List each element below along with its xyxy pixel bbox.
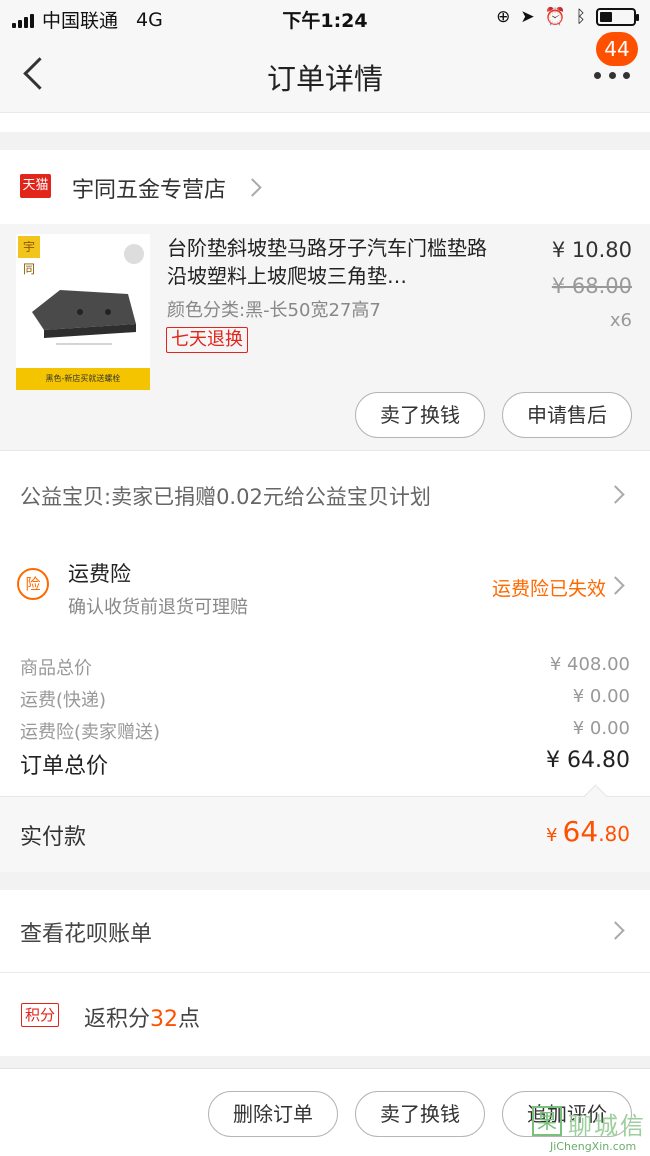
bluetooth-icon: ᛒ — [575, 7, 586, 27]
summary-label: 运费(快递) — [20, 690, 107, 711]
sell-for-cash-button[interactable]: 卖了换钱 — [355, 1091, 485, 1137]
status-bar: 中国联通 4G 下午1:24 ⊕ ➤ ⏰ ᛒ — [0, 0, 650, 36]
charity-row[interactable]: 公益宝贝:卖家已捐赠0.02元给公益宝贝计划 — [0, 450, 650, 538]
paid-currency: ¥ — [546, 825, 558, 846]
after-sales-button[interactable]: 申请售后 — [502, 392, 632, 438]
watermark-en: JiChengXin.com — [550, 1140, 637, 1153]
huabei-bill-row[interactable]: 查看花呗账单 — [0, 890, 650, 972]
location-icon: ➤ — [520, 7, 535, 27]
huabei-text: 查看花呗账单 — [20, 922, 153, 947]
points-tag: 积分 — [21, 1003, 60, 1027]
watermark-cn: 聊城信 — [568, 1112, 646, 1140]
image-promo-strip: 黑色-新店买就送螺栓 — [16, 368, 150, 390]
total-value: ¥ 64.80 — [546, 748, 630, 773]
paid-label: 实付款 — [20, 825, 87, 850]
product-sku: 颜色分类:黑-长50宽27高7 — [167, 300, 381, 321]
more-dots-icon[interactable] — [594, 70, 630, 80]
return-policy-tag: 七天退换 — [166, 327, 248, 353]
summary-row-total: 订单总价 ¥ 64.80 — [20, 748, 630, 780]
watermark-glyph: 果 — [532, 1106, 562, 1136]
points-text: 返积分32点 — [84, 1001, 200, 1033]
chevron-right-icon — [243, 178, 262, 197]
summary-value: ¥ 0.00 — [572, 686, 630, 707]
chevron-right-icon — [606, 921, 625, 940]
points-prefix: 返积分 — [84, 1007, 151, 1032]
points-value: 32 — [150, 1007, 179, 1032]
paid-amount-integer: 64 — [562, 815, 599, 848]
summary-value: ¥ 408.00 — [549, 654, 630, 675]
paid-amount: ¥ 64.80 — [546, 815, 630, 848]
insurance-icon: 险 — [17, 568, 49, 600]
site-watermark: 果 聊城信 JiChengXin.com — [530, 1104, 646, 1154]
insurance-status[interactable]: 运费险已失效 — [492, 574, 606, 601]
summary-row-goods: 商品总价 ¥ 408.00 — [20, 654, 630, 680]
brand-logo: 宇同 — [18, 236, 40, 276]
shop-header[interactable]: 天猫 宇同五金专营店 — [0, 150, 650, 224]
summary-row-shipping: 运费(快递) ¥ 0.00 — [20, 686, 630, 712]
charity-text: 公益宝贝:卖家已捐赠0.02元给公益宝贝计划 — [20, 485, 431, 509]
insurance-title: 运费险 — [68, 562, 131, 586]
status-right: ⊕ ➤ ⏰ ᛒ — [496, 7, 639, 27]
product-image[interactable]: 宇同 黑色-新店买就送螺栓 — [16, 234, 150, 390]
paid-amount-decimal: .80 — [598, 822, 630, 846]
rotation-lock-icon: ⊕ — [496, 7, 511, 27]
total-label: 订单总价 — [20, 754, 109, 779]
actual-payment-row: 实付款 ¥ 64.80 — [0, 796, 650, 872]
chevron-right-icon — [606, 485, 625, 504]
delete-order-button[interactable]: 删除订单 — [208, 1091, 338, 1137]
chevron-right-icon — [606, 576, 625, 595]
shipping-insurance-row[interactable]: 险 运费险 确认收货前退货可理赔 运费险已失效 — [0, 538, 650, 630]
summary-label: 运费险(卖家赠送) — [20, 722, 161, 743]
product-price: ¥ 10.80 — [551, 238, 632, 262]
page-title: 订单详情 — [266, 62, 383, 96]
battery-icon — [596, 8, 639, 26]
summary-value: ¥ 0.00 — [572, 718, 630, 739]
price-summary: 商品总价 ¥ 408.00 运费(快递) ¥ 0.00 运费险(卖家赠送) ¥ … — [0, 630, 650, 796]
insurance-subtitle: 确认收货前退货可理赔 — [68, 597, 248, 618]
nav-bar: 订单详情 44 — [0, 32, 650, 112]
product-original-price: ¥ 68.00 — [551, 274, 632, 298]
alarm-icon: ⏰ — [544, 7, 566, 27]
tmall-icon: 天猫 — [20, 174, 51, 198]
previous-section-strip — [0, 112, 650, 132]
points-row: 积分 返积分32点 — [0, 972, 650, 1056]
message-badge[interactable]: 44 — [596, 32, 638, 66]
sell-for-cash-button[interactable]: 卖了换钱 — [355, 392, 485, 438]
summary-row-insurance: 运费险(卖家赠送) ¥ 0.00 — [20, 718, 630, 744]
product-title[interactable]: 台阶垫斜坡垫马路牙子汽车门槛垫路沿坡塑料上坡爬坡三角垫… — [167, 234, 497, 290]
product-quantity: x6 — [609, 310, 632, 331]
points-suffix: 点 — [178, 1007, 201, 1032]
order-item[interactable]: 宇同 黑色-新店买就送螺栓 台阶垫斜坡垫马路牙子汽车门槛垫路沿坡塑料上坡爬坡三角… — [0, 224, 650, 450]
summary-label: 商品总价 — [20, 658, 92, 679]
shop-name[interactable]: 宇同五金专营店 — [72, 172, 226, 204]
